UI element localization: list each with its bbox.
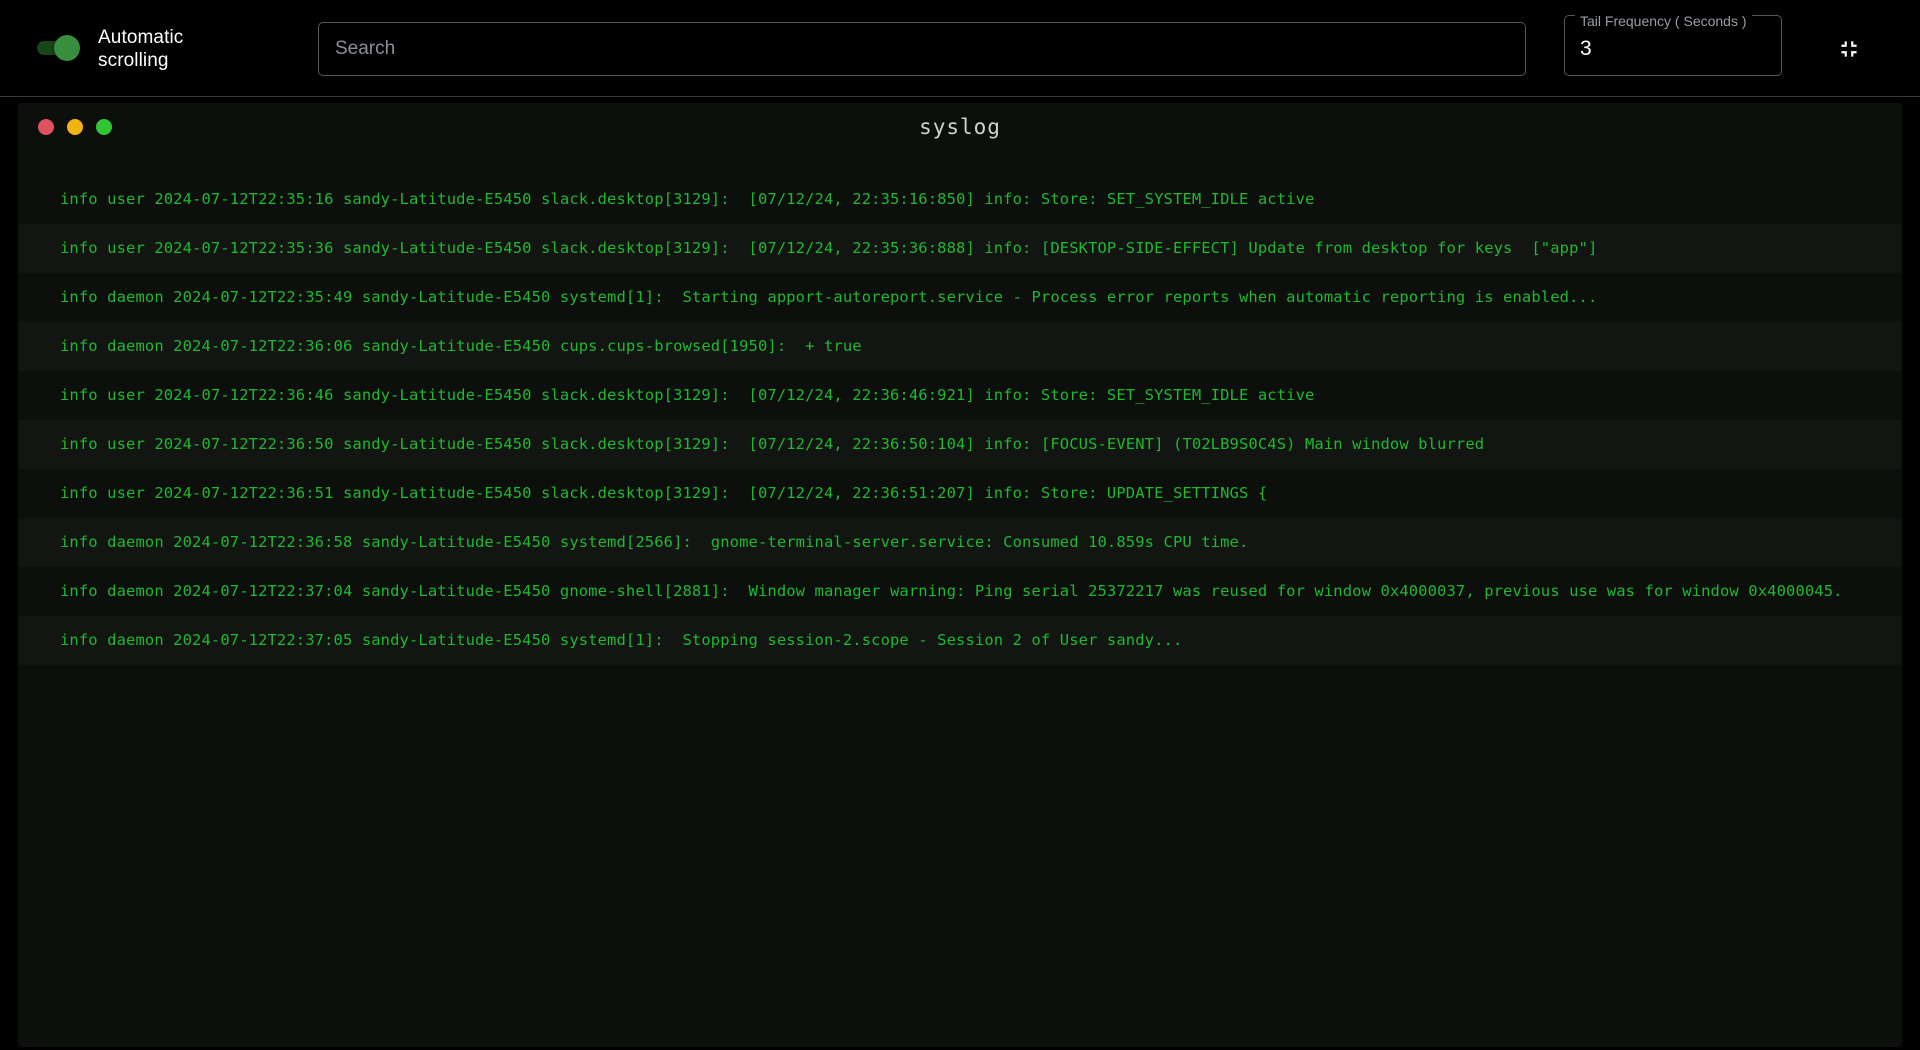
automatic-scrolling-toggle[interactable]: [32, 30, 90, 68]
log-line: info user 2024-07-12T22:36:46 sandy-Lati…: [60, 386, 1315, 404]
log-line: info daemon 2024-07-12T22:35:49 sandy-La…: [60, 288, 1598, 306]
log-window-titlebar: syslog: [18, 103, 1902, 155]
automatic-scrolling-control[interactable]: Automatic scrolling: [32, 0, 208, 97]
log-window-title: syslog: [919, 115, 1001, 139]
tail-frequency-field[interactable]: Tail Frequency ( Seconds ): [1564, 13, 1782, 76]
log-line: info daemon 2024-07-12T22:37:04 sandy-La…: [60, 582, 1843, 600]
log-line: info daemon 2024-07-12T22:36:58 sandy-La…: [18, 518, 1902, 567]
log-line: info user 2024-07-12T22:36:51 sandy-Lati…: [60, 484, 1268, 502]
automatic-scrolling-label: Automatic scrolling: [98, 26, 184, 71]
fullscreen-exit-button[interactable]: [1824, 24, 1874, 74]
search-field[interactable]: [318, 22, 1526, 76]
log-window: syslog info user 2024-07-12T22:35:16 san…: [18, 103, 1902, 1047]
log-line: info daemon 2024-07-12T22:36:06 sandy-La…: [18, 322, 1902, 371]
log-line: info daemon 2024-07-12T22:37:05 sandy-La…: [18, 616, 1902, 665]
toggle-thumb: [54, 34, 80, 61]
tail-frequency-input[interactable]: [1564, 22, 1782, 76]
search-input[interactable]: [318, 22, 1526, 76]
toolbar-divider: [0, 96, 1920, 97]
log-line: info user 2024-07-12T22:36:50 sandy-Lati…: [18, 420, 1902, 469]
log-line: info user 2024-07-12T22:35:16 sandy-Lati…: [60, 190, 1315, 208]
fullscreen-exit-icon: [1836, 36, 1862, 62]
top-toolbar: Automatic scrolling Tail Frequency ( Sec…: [0, 0, 1920, 97]
log-line: info user 2024-07-12T22:35:36 sandy-Lati…: [18, 224, 1902, 273]
log-lines-container[interactable]: info user 2024-07-12T22:35:16 sandy-Lati…: [18, 155, 1902, 1047]
